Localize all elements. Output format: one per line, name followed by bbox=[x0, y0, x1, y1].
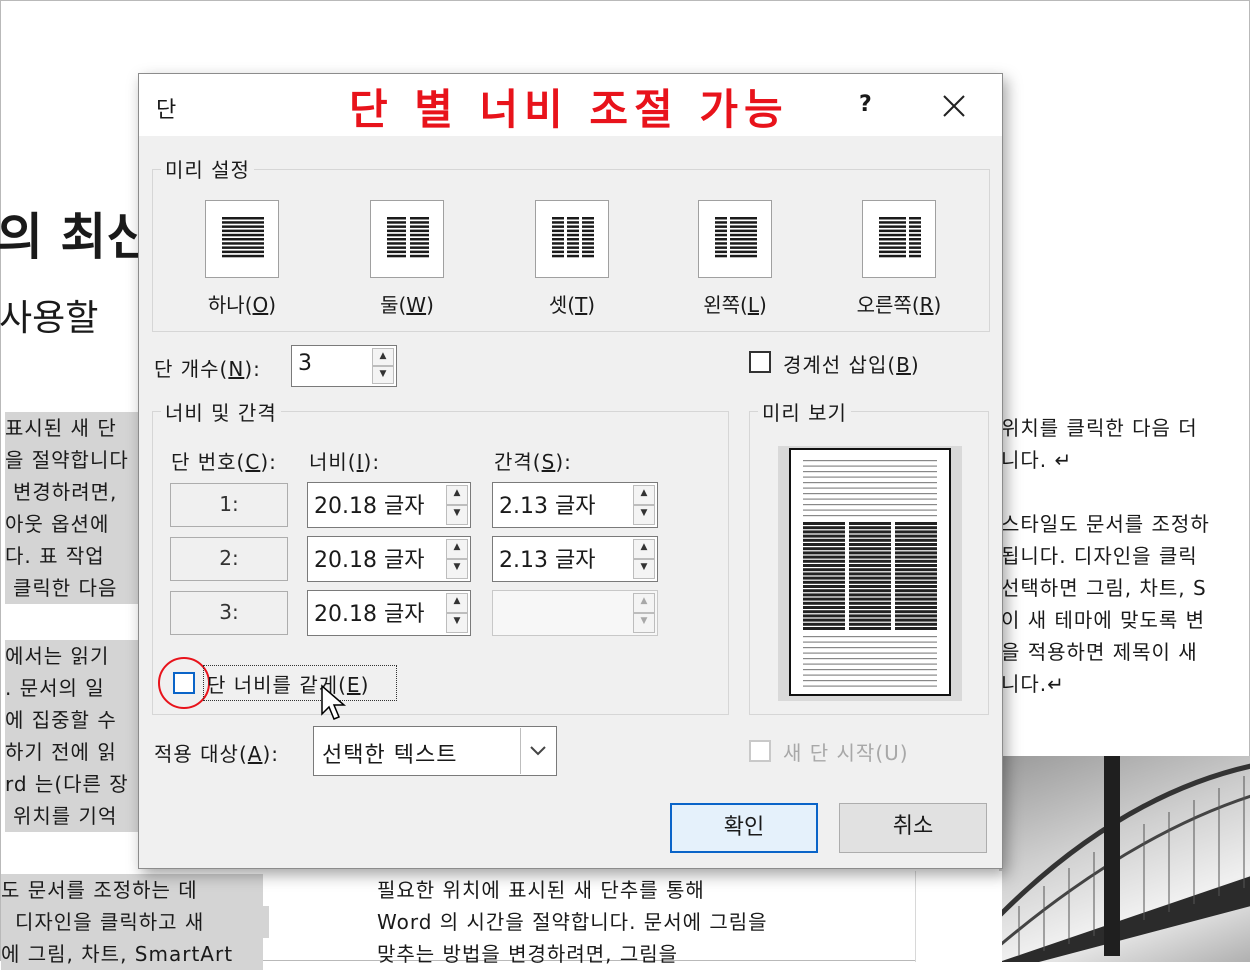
dialog-title: 단 bbox=[156, 98, 177, 123]
bridge-photo bbox=[999, 756, 1250, 962]
spin-up-icon[interactable]: ▲ bbox=[446, 539, 468, 559]
column-number-2: 2: bbox=[170, 537, 288, 581]
preset-three-label[interactable]: 셋(T) bbox=[512, 289, 632, 318]
left-column-text: 표시된 새 단 을 절약합니다 변경하려면, 아웃 옵션에 다. 표 작업 클릭… bbox=[5, 412, 139, 832]
one-column-icon bbox=[222, 217, 264, 258]
document-margin bbox=[915, 871, 1002, 962]
spin-up-icon[interactable]: ▲ bbox=[372, 348, 394, 366]
new-column-checkbox bbox=[749, 740, 771, 762]
apply-to-value: 선택한 텍스트 bbox=[322, 743, 458, 768]
column-number-1: 1: bbox=[170, 483, 288, 527]
spin-down-icon[interactable]: ▼ bbox=[633, 505, 655, 525]
annotation-banner: 단 별 너비 조절 가능 bbox=[349, 85, 789, 134]
chevron-down-icon[interactable] bbox=[520, 728, 555, 774]
spin-down-icon: ▼ bbox=[633, 613, 655, 633]
ok-button[interactable]: 확인 bbox=[670, 803, 818, 853]
width-spacing-label: 너비 및 간격 bbox=[161, 397, 281, 426]
preset-two-label[interactable]: 둘(W) bbox=[347, 289, 467, 318]
spin-up-icon: ▲ bbox=[633, 593, 655, 613]
spacing-spinner-3: ▲ ▼ bbox=[492, 590, 658, 636]
column-number-header: 단 번호(C): bbox=[171, 450, 277, 474]
width-value-1: 20.18 글자 bbox=[314, 494, 425, 519]
dialog-titlebar: 단 단 별 너비 조절 가능 ? bbox=[139, 74, 1002, 136]
apply-to-label: 적용 대상(A): bbox=[154, 742, 279, 766]
presets-label: 미리 설정 bbox=[161, 154, 254, 183]
spacing-spinner-2[interactable]: 2.13 글자 ▲ ▼ bbox=[492, 536, 658, 582]
width-value-2: 20.18 글자 bbox=[314, 548, 425, 573]
spacing-value-1: 2.13 글자 bbox=[499, 494, 596, 519]
num-columns-value: 3 bbox=[298, 351, 312, 376]
spin-up-icon[interactable]: ▲ bbox=[446, 593, 468, 613]
close-button[interactable] bbox=[929, 84, 979, 128]
preset-three[interactable] bbox=[535, 200, 609, 278]
close-icon bbox=[943, 95, 965, 117]
line-between-label[interactable]: 경계선 삽입(B) bbox=[783, 349, 920, 378]
width-header: 너비(I): bbox=[309, 450, 381, 474]
spin-down-icon[interactable]: ▼ bbox=[446, 613, 468, 633]
column-number-3: 3: bbox=[170, 591, 288, 635]
cancel-button[interactable]: 취소 bbox=[839, 803, 987, 853]
right-column-icon bbox=[879, 217, 921, 258]
left-column-icon bbox=[715, 217, 757, 258]
new-column-label: 새 단 시작(U) bbox=[783, 741, 909, 765]
preset-left-label[interactable]: 왼쪽(L) bbox=[675, 289, 795, 318]
mouse-cursor-icon bbox=[321, 684, 347, 720]
preset-one[interactable] bbox=[205, 200, 279, 278]
preview-columns-icon bbox=[803, 460, 937, 687]
width-value-3: 20.18 글자 bbox=[314, 602, 425, 627]
spacing-header: 간격(S): bbox=[494, 450, 572, 474]
spacing-value-2: 2.13 글자 bbox=[499, 548, 596, 573]
spacing-spinner-1[interactable]: 2.13 글자 ▲ ▼ bbox=[492, 482, 658, 528]
help-button[interactable]: ? bbox=[859, 92, 872, 117]
apply-to-dropdown[interactable]: 선택한 텍스트 bbox=[313, 726, 557, 776]
spin-down-icon[interactable]: ▼ bbox=[446, 559, 468, 579]
width-spinner-3[interactable]: 20.18 글자 ▲ ▼ bbox=[307, 590, 471, 636]
width-spinner-2[interactable]: 20.18 글자 ▲ ▼ bbox=[307, 536, 471, 582]
spin-down-icon[interactable]: ▼ bbox=[633, 559, 655, 579]
preset-left[interactable] bbox=[698, 200, 772, 278]
document-subtitle: 사용할 bbox=[0, 298, 99, 339]
num-columns-label: 단 개수(N): bbox=[154, 357, 261, 381]
spin-down-icon[interactable]: ▼ bbox=[446, 505, 468, 525]
three-columns-icon bbox=[552, 217, 594, 258]
preset-right-label[interactable]: 오른쪽(R) bbox=[839, 289, 959, 318]
width-spinner-1[interactable]: 20.18 글자 ▲ ▼ bbox=[307, 482, 471, 528]
num-columns-spinner[interactable]: 3 ▲ ▼ bbox=[291, 345, 397, 387]
spin-down-icon[interactable]: ▼ bbox=[372, 366, 394, 384]
right-column-text: 위치를 클릭한 다음 더 니다. ↵ 스타일도 문서를 조정하 됩니다. 디자인… bbox=[1001, 416, 1210, 696]
bottom-left-text: 도 문서를 조정하는 데 디자인을 클릭하고 새 에 그림, 차트, Smart… bbox=[1, 874, 269, 970]
preset-two[interactable] bbox=[370, 200, 444, 278]
spin-up-icon[interactable]: ▲ bbox=[633, 485, 655, 505]
preview-page bbox=[789, 448, 951, 696]
spin-up-icon[interactable]: ▲ bbox=[633, 539, 655, 559]
columns-dialog: 단 단 별 너비 조절 가능 ? 미리 설정 하나(O) 둘(W) 셋(T) 왼… bbox=[138, 73, 1003, 869]
preset-one-label[interactable]: 하나(O) bbox=[182, 289, 302, 318]
document-title: 의 최신 bbox=[0, 208, 153, 266]
preset-right[interactable] bbox=[862, 200, 936, 278]
spin-up-icon[interactable]: ▲ bbox=[446, 485, 468, 505]
two-columns-icon bbox=[387, 217, 429, 258]
line-between-checkbox[interactable] bbox=[749, 351, 771, 373]
preview-label: 미리 보기 bbox=[758, 397, 851, 426]
bottom-center-text: 필요한 위치에 표시된 새 단추를 통해 Word 의 시간을 절약합니다. 문… bbox=[377, 878, 768, 966]
